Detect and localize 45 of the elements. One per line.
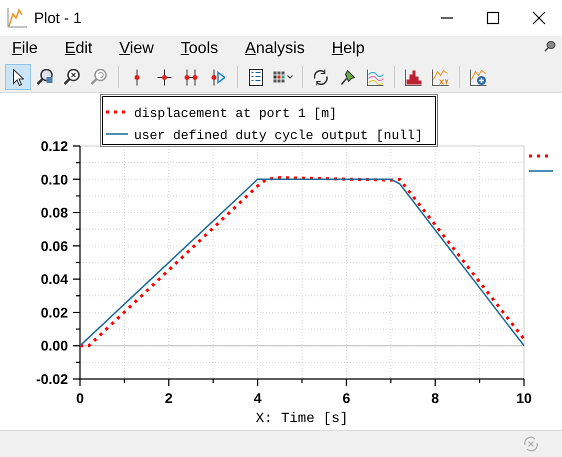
axis-tick-label: 0.06 — [40, 238, 68, 254]
waves-icon — [366, 68, 384, 86]
marker-icon — [134, 68, 140, 86]
menu-item[interactable]: Edit — [58, 40, 100, 58]
grid-icon — [273, 71, 293, 83]
plot-app-icon — [6, 7, 28, 29]
axis-tick-label: 10 — [516, 390, 532, 406]
axis-tick-label: 0.02 — [40, 304, 68, 320]
axis-tick-label: 0.04 — [40, 271, 68, 288]
magnifier-icon — [37, 69, 53, 85]
menu-item[interactable]: Tools — [174, 40, 226, 58]
maximize-icon — [486, 11, 500, 25]
list-icon — [249, 68, 263, 86]
menu-item[interactable]: Help — [324, 40, 372, 58]
axis-tick-label: 0.00 — [40, 338, 68, 354]
menu-item[interactable]: File — [5, 40, 45, 58]
axis-tick-label: 0.12 — [40, 138, 68, 154]
add-plot-icon — [470, 68, 486, 86]
sync-error-icon — [522, 435, 540, 453]
refresh-icon — [314, 68, 328, 86]
legend-label: displacement at port 1 [m] — [134, 106, 337, 121]
magnifier-icon — [91, 69, 107, 85]
axis-tick-label: -0.02 — [36, 371, 68, 387]
axis-tick-label: 0 — [76, 390, 84, 406]
axis-tick-label: 2 — [164, 390, 173, 406]
magnifier-icon — [64, 69, 80, 85]
arrow-pointer-icon — [12, 68, 24, 86]
close-icon — [532, 11, 546, 25]
menu-item[interactable]: View — [112, 40, 161, 58]
axis-tick-label: 8 — [431, 390, 440, 406]
axis-tick-label: 0.08 — [40, 204, 68, 221]
pushpin-icon — [341, 70, 355, 84]
legend-label: user defined duty cycle output [null] — [134, 128, 423, 143]
axis-title: X: Time [s] — [256, 411, 348, 427]
window-title: Plot - 1 — [34, 10, 83, 26]
axis-tick-label: 4 — [254, 390, 262, 406]
double-marker-icon — [184, 68, 198, 86]
menu-item[interactable]: Analysis — [238, 40, 312, 58]
axis-tick-label: 0.10 — [40, 171, 68, 188]
axis-tick-label: 6 — [342, 390, 350, 406]
toolbar-button[interactable] — [5, 64, 31, 90]
marker-play-icon — [210, 68, 226, 86]
histogram-icon — [404, 68, 422, 86]
xy-plot-icon — [432, 68, 448, 86]
crosshair-icon — [156, 68, 172, 86]
